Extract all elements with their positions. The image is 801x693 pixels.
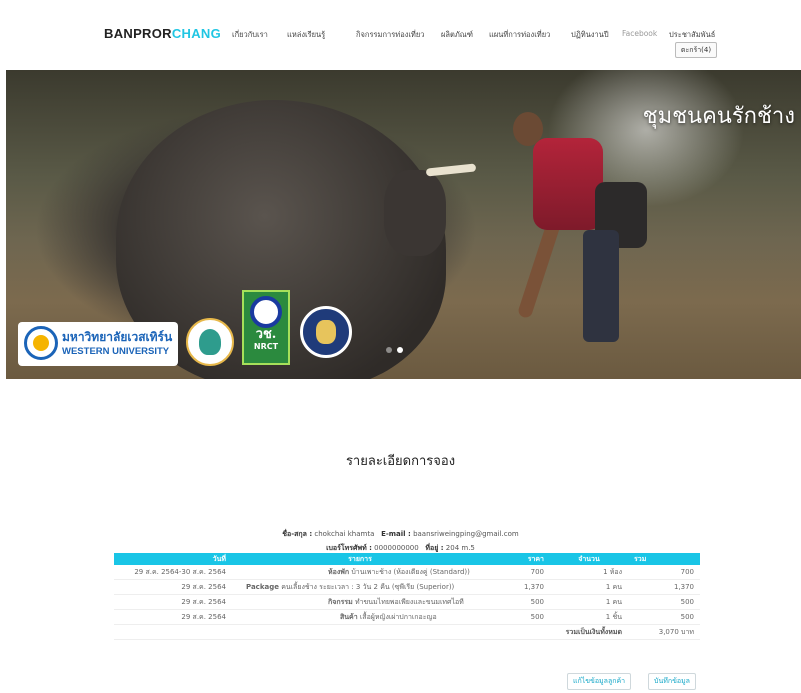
community-emblem-logo (186, 318, 234, 366)
nav-item-activities[interactable]: กิจกรรมการท่องเที่ยว (356, 29, 424, 41)
wu-thai-name: มหาวิทยาลัยเวสเทิร์น (62, 330, 173, 344)
row-total: 1,370 (628, 579, 700, 595)
save-button[interactable]: บันทึกข้อมูล (648, 673, 696, 690)
nrct-thai: วช. (255, 327, 277, 342)
row-date: 29 ส.ค. 2564 (114, 609, 232, 625)
grand-total-row: รวมเป็นเงินทั้งหมด 3,070 บาท (114, 624, 700, 640)
nav-item-news[interactable]: ประชาสัมพันธ์ (669, 29, 715, 41)
brand-logo[interactable]: BANPRORCHANG (104, 26, 221, 41)
row-item: สินค้า เสื้อผู้หญิงเผ่าปกาเกอะญอ (232, 609, 488, 625)
row-type: สินค้า (340, 612, 358, 621)
col-price: ราคา (488, 553, 550, 565)
address-label: ที่อยู่ : (425, 544, 444, 552)
row-qty: 1 ห้อง (550, 565, 628, 580)
row-desc: คนเลี้ยงช้าง ระยะเวลา : 3 วัน 2 คืน (ซุพ… (281, 582, 455, 591)
empty-cell (114, 624, 232, 640)
col-qty: จำนวน (550, 553, 628, 565)
hero-title: ชุมชนคนรักช้าง (642, 104, 795, 129)
grand-total-label: รวมเป็นเงินทั้งหมด (232, 624, 628, 640)
western-university-logo: มหาวิทยาลัยเวสเทิร์น WESTERN UNIVERSITY (18, 322, 178, 366)
customer-email: baansriweingping@gmail.com (413, 530, 519, 538)
col-date: วันที่ (114, 553, 232, 565)
cart-button[interactable]: ตะกร้า(4) (675, 42, 717, 58)
western-university-mark-icon (24, 326, 58, 360)
row-type: ห้องพัก (328, 567, 350, 576)
email-label: E-mail : (381, 530, 411, 538)
mahout-legs (583, 230, 619, 342)
carousel-dot-2[interactable] (397, 347, 403, 353)
nav-item-learning[interactable]: แหล่งเรียนรู้ (287, 29, 325, 41)
col-item: รายการ (232, 553, 488, 565)
row-price: 700 (488, 565, 550, 580)
hero-banner: ชุมชนคนรักช้าง มหาวิทยาลัยเวสเทิร์น WEST… (6, 70, 801, 379)
table-header-row: วันที่ รายการ ราคา จำนวน รวม (114, 553, 700, 565)
customer-address: 204 m.5 (445, 544, 475, 552)
row-total: 500 (628, 594, 700, 610)
row-total: 700 (628, 565, 700, 580)
carousel-dot-1[interactable] (386, 347, 392, 353)
college-seal-logo (300, 306, 352, 358)
brand-part2: CHANG (171, 26, 221, 41)
brand-part1: BANPROR (104, 26, 172, 41)
nrct-logo: วช. NRCT (242, 290, 290, 365)
table-row: 29 ส.ค. 2564-30 ส.ค. 2564 ห้องพัก บ้านเพ… (114, 565, 700, 580)
customer-info-line1: ชื่อ-สกุล : chokchai khamta E-mail : baa… (0, 529, 801, 540)
name-label: ชื่อ-สกุล : (282, 530, 313, 538)
edit-customer-button[interactable]: แก้ไขข้อมูลลูกค้า (567, 673, 632, 690)
row-date: 29 ส.ค. 2564-30 ส.ค. 2564 (114, 565, 232, 580)
phone-label: เบอร์โทรศัพท์ : (326, 544, 372, 552)
nav-item-map[interactable]: แผนที่การท่องเที่ยว (489, 29, 550, 41)
row-desc: บ้านเพาะช้าง (ห้องเตียงคู่ (Standard)) (351, 567, 470, 576)
grand-total-value: 3,070 บาท (628, 624, 700, 640)
row-item: ห้องพัก บ้านเพาะช้าง (ห้องเตียงคู่ (Stan… (232, 565, 488, 580)
row-qty: 1 คน (550, 579, 628, 595)
mahout-figure (511, 112, 647, 342)
row-qty: 1 คน (550, 594, 628, 610)
booking-title: รายละเอียดการจอง (345, 454, 456, 469)
row-qty: 1 ชิ้น (550, 609, 628, 625)
table-row: 29 ส.ค. 2564 กิจกรรม ทำขนมไทยพอเพียงและข… (114, 594, 700, 610)
nrct-english: NRCT (253, 342, 279, 351)
booking-table: วันที่ รายการ ราคา จำนวน รวม 29 ส.ค. 256… (114, 553, 700, 640)
wu-english-name: WESTERN UNIVERSITY (62, 346, 170, 357)
row-price: 500 (488, 594, 550, 610)
row-price: 500 (488, 609, 550, 625)
elephant-tusk (425, 163, 477, 177)
nav-item-about[interactable]: เกี่ยวกับเรา (232, 29, 268, 41)
customer-phone: 0000000000 (374, 544, 419, 552)
top-navbar: BANPRORCHANG เกี่ยวกับเรา แหล่งเรียนรู้ … (0, 0, 801, 68)
row-item: Package คนเลี้ยงช้าง ระยะเวลา : 3 วัน 2 … (232, 579, 488, 595)
col-total: รวม (628, 553, 700, 565)
mahout-head (513, 112, 543, 146)
row-desc: ทำขนมไทยพอเพียงและขนมเทศไอที (354, 597, 464, 606)
table-row: 29 ส.ค. 2564 สินค้า เสื้อผู้หญิงเผ่าปกาเ… (114, 609, 700, 625)
elephant-trunk (384, 170, 446, 256)
row-price: 1,370 (488, 579, 550, 595)
row-date: 29 ส.ค. 2564 (114, 579, 232, 595)
nav-item-calendar[interactable]: ปฏิทินงานปี (571, 29, 609, 41)
nav-item-facebook[interactable]: Facebook (622, 29, 657, 38)
nrct-wheel-icon (250, 296, 282, 328)
row-item: กิจกรรม ทำขนมไทยพอเพียงและขนมเทศไอที (232, 594, 488, 610)
row-desc: เสื้อผู้หญิงเผ่าปกาเกอะญอ (359, 612, 437, 621)
row-date: 29 ส.ค. 2564 (114, 594, 232, 610)
row-type: กิจกรรม (328, 597, 353, 606)
carousel-indicators (386, 338, 408, 357)
customer-name: chokchai khamta (314, 530, 375, 538)
table-row: 29 ส.ค. 2564 Package คนเลี้ยงช้าง ระยะเว… (114, 579, 700, 595)
nav-item-products[interactable]: ผลิตภัณฑ์ (441, 29, 473, 41)
row-total: 500 (628, 609, 700, 625)
row-type: Package (246, 582, 279, 591)
mahout-shirt (533, 138, 603, 230)
